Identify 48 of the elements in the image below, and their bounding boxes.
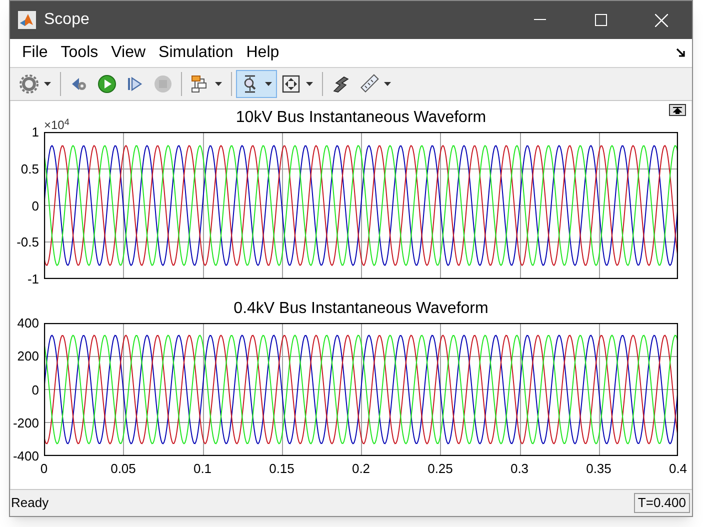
- y-tick-label: 0: [32, 199, 39, 212]
- y-tick-label: -1: [27, 272, 39, 286]
- close-icon: [655, 14, 668, 26]
- stop-icon: [153, 74, 173, 94]
- plot-title: 10kV Bus Instantaneous Waveform: [236, 109, 486, 126]
- x-tick-label: 0.3: [510, 462, 529, 475]
- minimize-icon: [534, 19, 546, 21]
- collapse-arrow-icon[interactable]: [676, 48, 686, 58]
- axis-scale-label: ×10$^{4}$: [44, 119, 70, 131]
- x-tick-label: 0.25: [428, 462, 453, 475]
- menu-item[interactable]: Tools: [56, 41, 102, 65]
- y-tick-label: 200: [17, 350, 39, 363]
- zoom-button[interactable]: [236, 70, 277, 98]
- x-tick-label: 0: [40, 462, 48, 475]
- dropdown-caret-icon: [265, 82, 272, 86]
- y-tick-label: 400: [17, 316, 39, 330]
- gear-icon: [19, 74, 39, 94]
- y-tick-label: -400: [12, 450, 39, 462]
- play-icon: [97, 74, 117, 94]
- menu-item[interactable]: File: [18, 41, 52, 65]
- menu-item[interactable]: Help: [242, 41, 284, 65]
- dropdown-caret-icon: [215, 82, 222, 86]
- dropdown-caret-icon: [44, 82, 51, 86]
- menu-item[interactable]: Simulation: [154, 41, 238, 65]
- undock-icon: [673, 106, 682, 114]
- dropdown-caret-icon: [306, 82, 313, 86]
- undock-button[interactable]: [669, 104, 686, 116]
- app-logo-icon: [18, 11, 36, 29]
- y-tick-label: -200: [12, 416, 39, 430]
- x-tick-label: 0.1: [193, 462, 212, 475]
- window-title: Scope: [44, 10, 90, 30]
- dropdown-caret-icon: [384, 82, 391, 86]
- y-tick-label: 0: [32, 383, 39, 396]
- status-text: Ready: [11, 494, 49, 512]
- wave-step-icon: [331, 74, 351, 94]
- x-tick-label: 0.2: [352, 462, 370, 475]
- y-tick-label: 1: [32, 126, 39, 138]
- x-tick-label: 0.05: [110, 462, 136, 475]
- x-tick-label: 0.4: [668, 462, 688, 475]
- plot-title: 0.4kV Bus Instantaneous Waveform: [234, 300, 488, 317]
- x-tick-label: 0.15: [269, 462, 294, 475]
- x-tick-label: 0.35: [586, 462, 612, 475]
- menu-item[interactable]: View: [107, 41, 150, 65]
- time-readout: T=0.400: [634, 493, 690, 513]
- y-tick-label: 0.5: [20, 162, 39, 176]
- maximize-icon: [594, 14, 606, 26]
- y-tick-label: -0.5: [16, 236, 39, 249]
- fit-to-view-icon: [281, 74, 301, 94]
